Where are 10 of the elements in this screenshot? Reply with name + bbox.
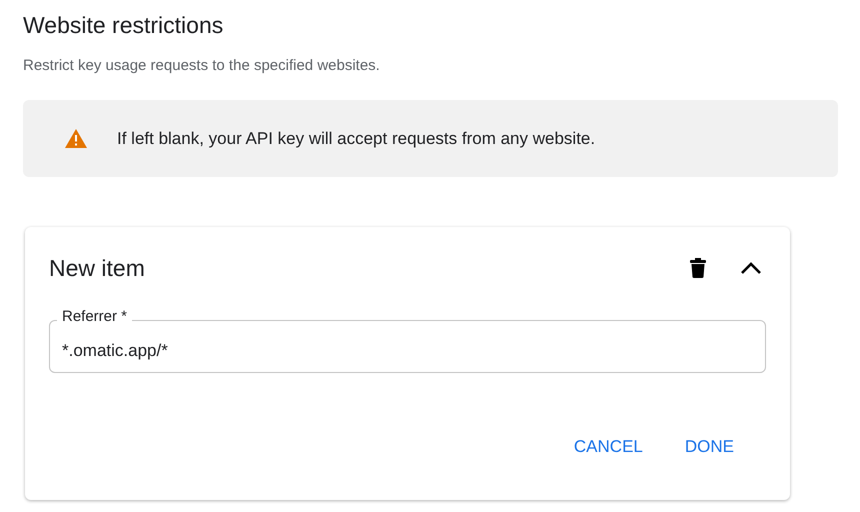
- banner-text: If left blank, your API key will accept requests from any website.: [117, 128, 596, 148]
- chevron-up-icon: [740, 261, 762, 275]
- section-description: Restrict key usage requests to the specified websites.: [23, 56, 381, 76]
- referrer-field[interactable]: *.omatic.app/*: [49, 320, 766, 373]
- cancel-button[interactable]: CANCEL: [562, 431, 655, 463]
- section-title: Website restrictions: [23, 11, 224, 40]
- item-title: New item: [49, 254, 146, 282]
- trash-icon: [690, 258, 706, 278]
- done-button[interactable]: DONE: [672, 431, 746, 463]
- warning-icon: [65, 129, 87, 148]
